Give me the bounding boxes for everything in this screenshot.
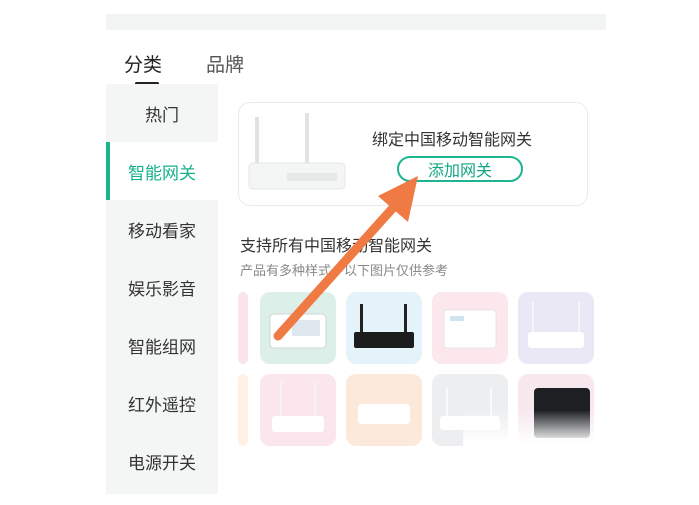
sidebar-item-hot[interactable]: 热门: [106, 84, 218, 142]
category-sidebar: 热门 智能网关 移动看家 娱乐影音 智能组网 红外遥控 电源开关: [106, 84, 218, 494]
gateway-thumb[interactable]: [346, 292, 422, 364]
router-image: [269, 313, 327, 349]
sidebar-item-smart-gateway[interactable]: 智能网关: [106, 142, 218, 200]
bind-gateway-card: [238, 102, 588, 206]
supported-gateways-note: 产品有多种样式，以下图片仅供参考: [240, 264, 449, 279]
sidebar-item-home-watch[interactable]: 移动看家: [106, 200, 218, 258]
sidebar-item-label: 热门: [145, 105, 179, 126]
add-gateway-button-label: 添加网关: [427, 161, 492, 180]
supported-gateways-title: 支持所有中国移动智能网关: [240, 236, 433, 255]
tab-bar: 分类 品牌: [106, 38, 606, 85]
gateway-thumb[interactable]: [346, 374, 422, 446]
sidebar-item-mesh[interactable]: 智能组网: [106, 316, 218, 374]
sidebar-item-label: 智能组网: [128, 337, 196, 358]
sidebar-item-power-switch[interactable]: 电源开关: [106, 432, 218, 490]
tab-brand[interactable]: 品牌: [206, 50, 244, 77]
sidebar-item-entertainment[interactable]: 娱乐影音: [106, 258, 218, 316]
router-image: [443, 309, 497, 349]
gateway-thumb[interactable]: [432, 292, 508, 364]
sidebar-item-label: 移动看家: [128, 221, 196, 242]
router-image: [354, 304, 414, 348]
router-image: [358, 404, 410, 424]
gateway-thumb-partial[interactable]: [238, 292, 248, 364]
bottom-fade-overlay: [463, 410, 699, 505]
active-indicator: [106, 142, 110, 200]
router-image: [528, 302, 584, 348]
top-bar: [106, 14, 606, 30]
bind-gateway-title: 绑定中国移动智能网关: [372, 130, 533, 149]
router-image: [272, 382, 324, 432]
sidebar-item-label: 智能网关: [128, 163, 196, 184]
gateway-thumb[interactable]: [260, 292, 336, 364]
sidebar-item-label: 红外遥控: [128, 395, 196, 416]
gateway-thumb[interactable]: [518, 292, 594, 364]
gateway-thumb-partial[interactable]: [238, 374, 248, 446]
tab-category[interactable]: 分类: [124, 50, 162, 77]
router-image: [248, 113, 346, 190]
sidebar-item-label: 电源开关: [128, 453, 196, 474]
add-gateway-button[interactable]: 添加网关: [397, 156, 523, 182]
sidebar-item-label: 娱乐影音: [128, 279, 196, 300]
gateway-thumb[interactable]: [260, 374, 336, 446]
sidebar-item-ir-remote[interactable]: 红外遥控: [106, 374, 218, 432]
